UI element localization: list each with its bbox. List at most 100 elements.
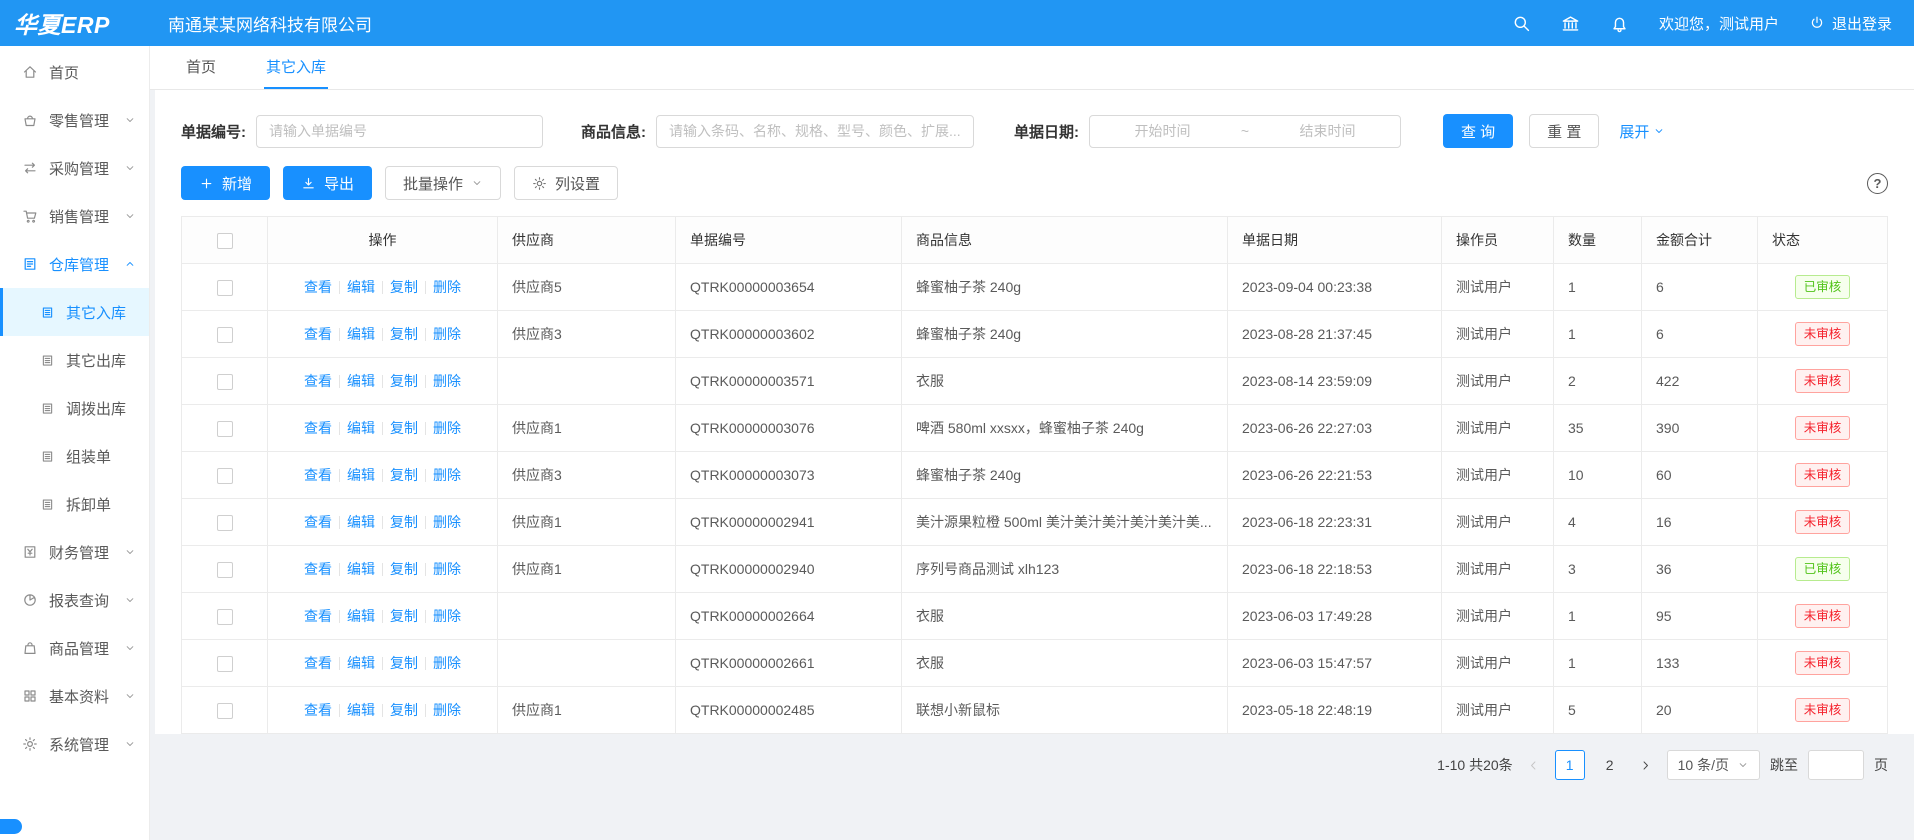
chevron-down-icon	[124, 210, 136, 222]
edit-link[interactable]: 编辑	[340, 559, 382, 579]
delete-link[interactable]: 删除	[426, 653, 468, 673]
copy-link[interactable]: 复制	[383, 653, 425, 673]
tab-home[interactable]: 首页	[184, 46, 218, 89]
column-settings-button[interactable]: 列设置	[514, 166, 618, 200]
bank-icon[interactable]	[1561, 14, 1580, 33]
row-checkbox[interactable]	[217, 609, 233, 625]
copy-link[interactable]: 复制	[383, 559, 425, 579]
delete-link[interactable]: 删除	[426, 512, 468, 532]
order-no-input[interactable]	[256, 115, 543, 148]
jump-to-input[interactable]	[1808, 750, 1864, 780]
amount-cell: 36	[1642, 546, 1758, 593]
view-link[interactable]: 查看	[297, 324, 339, 344]
row-checkbox[interactable]	[217, 327, 233, 343]
delete-link[interactable]: 删除	[426, 371, 468, 391]
delete-link[interactable]: 删除	[426, 559, 468, 579]
view-link[interactable]: 查看	[297, 371, 339, 391]
search-button[interactable]: 查 询	[1443, 114, 1513, 148]
row-checkbox[interactable]	[217, 703, 233, 719]
sidebar-item[interactable]: 首页	[0, 48, 149, 96]
sidebar-item[interactable]: 其它出库	[0, 336, 149, 384]
sidebar-menu: 首页零售管理采购管理销售管理仓库管理其它入库其它出库调拨出库组装单拆卸单财务管理…	[0, 48, 149, 768]
edit-link[interactable]: 编辑	[340, 700, 382, 720]
export-button[interactable]: 导出	[283, 166, 372, 200]
prev-page-button[interactable]	[1523, 751, 1545, 779]
reset-button[interactable]: 重 置	[1529, 114, 1599, 148]
delete-link[interactable]: 删除	[426, 324, 468, 344]
copy-link[interactable]: 复制	[383, 418, 425, 438]
help-icon[interactable]: ?	[1867, 173, 1888, 194]
delete-link[interactable]: 删除	[426, 700, 468, 720]
sidebar-item[interactable]: 系统管理	[0, 720, 149, 768]
next-page-button[interactable]	[1635, 751, 1657, 779]
edit-link[interactable]: 编辑	[340, 324, 382, 344]
add-button[interactable]: 新增	[181, 166, 270, 200]
sidebar-item[interactable]: 拆卸单	[0, 480, 149, 528]
copy-link[interactable]: 复制	[383, 465, 425, 485]
row-checkbox[interactable]	[217, 515, 233, 531]
status-badge: 未审核	[1795, 416, 1851, 440]
bell-icon[interactable]	[1610, 14, 1629, 33]
sidebar-item[interactable]: 调拨出库	[0, 384, 149, 432]
edit-link[interactable]: 编辑	[340, 606, 382, 626]
date-separator: ~	[1235, 123, 1255, 139]
sidebar-item[interactable]: 基本资料	[0, 672, 149, 720]
sidebar-item[interactable]: 组装单	[0, 432, 149, 480]
tab-other-inbound[interactable]: 其它入库	[264, 46, 328, 89]
expand-link[interactable]: 展开	[1619, 121, 1665, 142]
sidebar-item-label: 零售管理	[49, 110, 109, 131]
copy-link[interactable]: 复制	[383, 324, 425, 344]
product-info-input[interactable]	[656, 115, 974, 148]
copy-link[interactable]: 复制	[383, 512, 425, 532]
collapse-handle[interactable]	[0, 819, 22, 834]
delete-link[interactable]: 删除	[426, 418, 468, 438]
copy-link[interactable]: 复制	[383, 277, 425, 297]
edit-link[interactable]: 编辑	[340, 512, 382, 532]
view-link[interactable]: 查看	[297, 418, 339, 438]
view-link[interactable]: 查看	[297, 700, 339, 720]
row-checkbox[interactable]	[217, 656, 233, 672]
date-range-input[interactable]: 开始时间 ~ 结束时间	[1089, 115, 1401, 148]
search-icon[interactable]	[1512, 14, 1531, 33]
page-2-button[interactable]: 2	[1595, 750, 1625, 780]
view-link[interactable]: 查看	[297, 465, 339, 485]
view-link[interactable]: 查看	[297, 559, 339, 579]
home-icon	[22, 64, 38, 80]
row-checkbox[interactable]	[217, 468, 233, 484]
view-link[interactable]: 查看	[297, 277, 339, 297]
view-link[interactable]: 查看	[297, 512, 339, 532]
delete-link[interactable]: 删除	[426, 277, 468, 297]
page-1-button[interactable]: 1	[1555, 750, 1585, 780]
copy-link[interactable]: 复制	[383, 606, 425, 626]
logout-button[interactable]: 退出登录	[1809, 13, 1892, 34]
copy-link[interactable]: 复制	[383, 371, 425, 391]
edit-link[interactable]: 编辑	[340, 418, 382, 438]
page-size-select[interactable]: 10 条/页	[1667, 750, 1760, 780]
copy-link[interactable]: 复制	[383, 700, 425, 720]
sidebar-item[interactable]: 仓库管理	[0, 240, 149, 288]
row-checkbox[interactable]	[217, 280, 233, 296]
sidebar-item[interactable]: 报表查询	[0, 576, 149, 624]
system-icon	[22, 736, 38, 752]
delete-link[interactable]: 删除	[426, 606, 468, 626]
batch-actions-button[interactable]: 批量操作	[385, 166, 501, 200]
edit-link[interactable]: 编辑	[340, 653, 382, 673]
edit-link[interactable]: 编辑	[340, 277, 382, 297]
date-end-placeholder: 结束时间	[1255, 121, 1400, 141]
select-all-checkbox[interactable]	[217, 233, 233, 249]
edit-link[interactable]: 编辑	[340, 465, 382, 485]
row-checkbox[interactable]	[217, 421, 233, 437]
delete-link[interactable]: 删除	[426, 465, 468, 485]
sidebar-item[interactable]: 销售管理	[0, 192, 149, 240]
sidebar-item[interactable]: 商品管理	[0, 624, 149, 672]
operations-cell: 查看编辑复制删除	[268, 452, 498, 499]
sidebar-item[interactable]: 零售管理	[0, 96, 149, 144]
row-checkbox[interactable]	[217, 374, 233, 390]
sidebar-item[interactable]: 财务管理	[0, 528, 149, 576]
view-link[interactable]: 查看	[297, 653, 339, 673]
edit-link[interactable]: 编辑	[340, 371, 382, 391]
view-link[interactable]: 查看	[297, 606, 339, 626]
row-checkbox[interactable]	[217, 562, 233, 578]
sidebar-item[interactable]: 采购管理	[0, 144, 149, 192]
sidebar-item[interactable]: 其它入库	[0, 288, 149, 336]
